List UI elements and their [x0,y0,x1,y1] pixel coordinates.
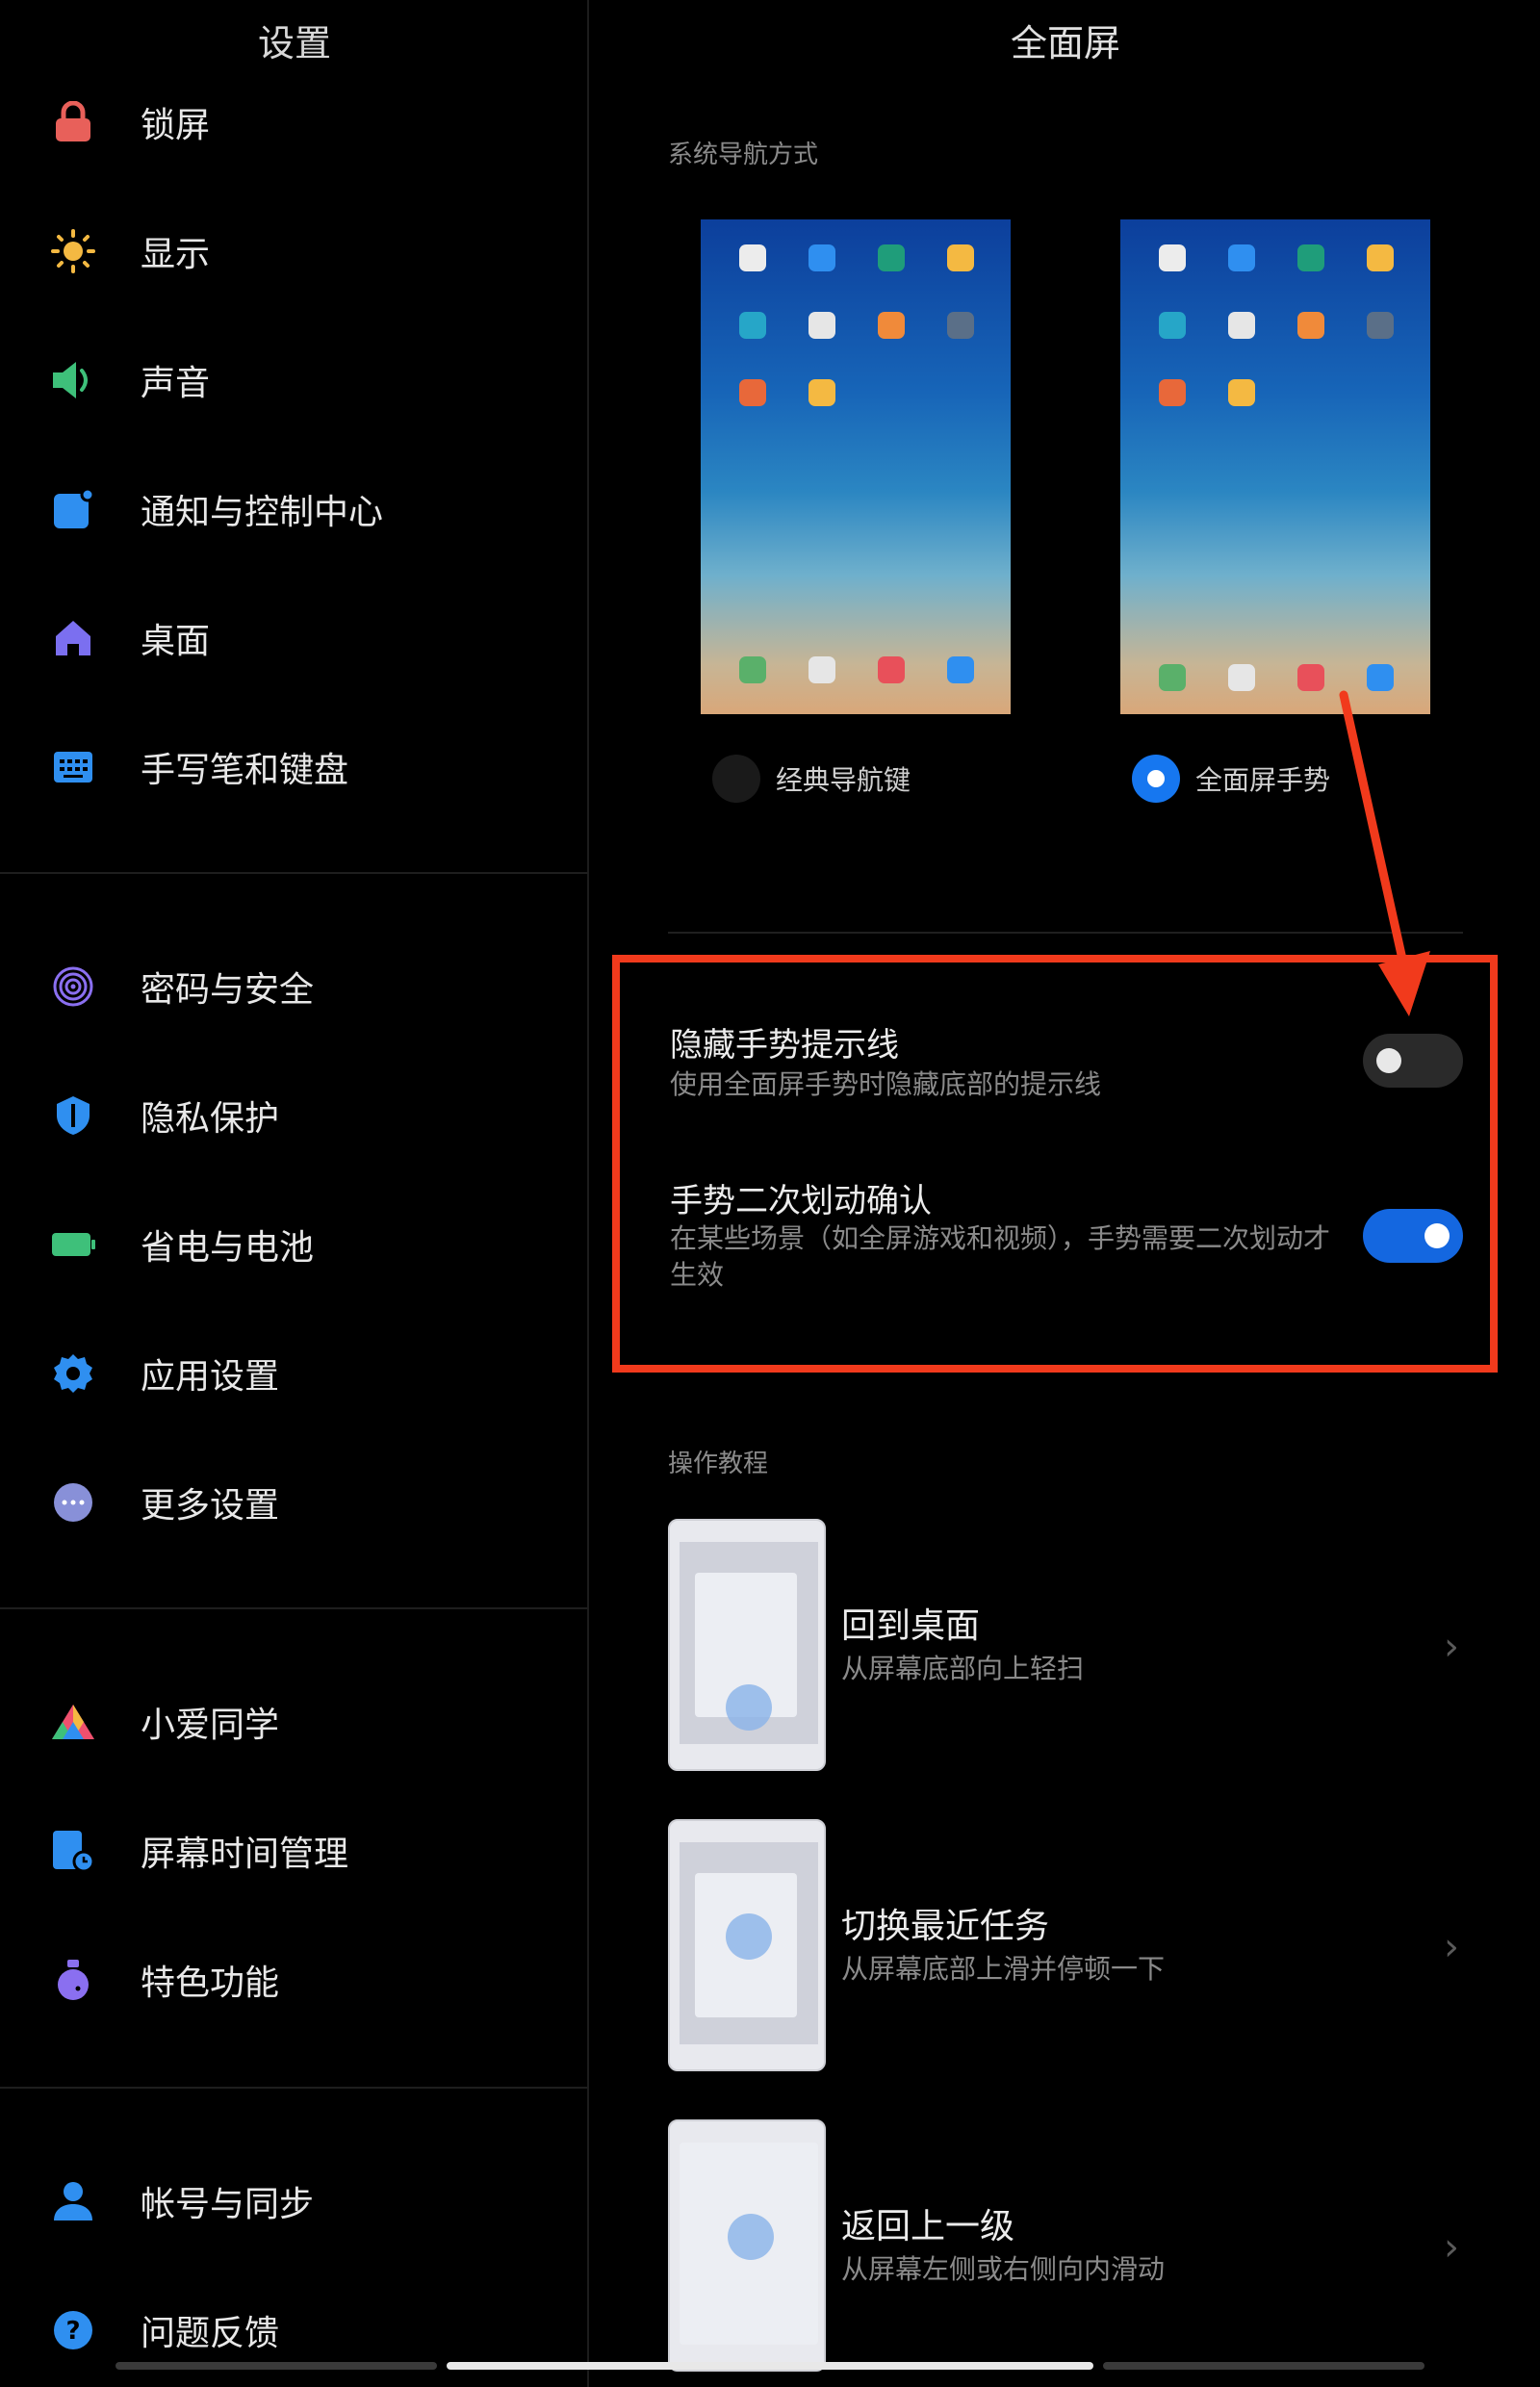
sidebar-item-home-screen[interactable]: 桌面 [0,585,589,691]
privacy-shield-icon [50,1092,96,1139]
sidebar-item-password-security[interactable]: 密码与安全 [0,934,589,1040]
sidebar-item-label: 帐号与同步 [141,2185,315,2224]
speaker-icon [50,357,96,403]
sidebar-item-special-features[interactable]: 特色功能 [0,1927,589,2033]
tutorial-title: 回到桌面 [841,1606,981,1646]
tutorial-thumbnail [668,2119,826,2372]
sidebar-title: 设置 [257,22,331,64]
sidebar-item-label: 显示 [141,235,211,274]
help-icon: ? [50,2307,96,2353]
sun-icon [50,228,96,274]
sidebar-item-stylus-keyboard[interactable]: 手写笔和键盘 [0,714,589,820]
hand-gesture-icon [726,1684,772,1731]
sidebar-item-privacy[interactable]: 隐私保护 [0,1063,589,1168]
xiaoai-icon [50,1699,96,1745]
chevron-right-icon: › [1444,2225,1459,2270]
feature-flask-icon [50,1957,96,2003]
sidebar-item-xiaoai[interactable]: 小爱同学 [0,1669,589,1775]
sidebar-item-display[interactable]: 显示 [0,198,589,304]
gesture-double-swipe-toggle[interactable] [1363,1209,1463,1263]
chevron-right-icon: › [1444,1625,1459,1669]
account-icon [50,2178,96,2224]
sidebar-item-label: 省电与电池 [141,1228,315,1268]
sidebar-item-label: 密码与安全 [141,970,315,1010]
tutorial-title: 切换最近任务 [841,1907,1050,1946]
sidebar-item-notifications[interactable]: 通知与控制中心 [0,456,589,562]
tutorial-desc: 从屏幕左侧或右侧向内滑动 [841,2253,1166,2285]
toggle-knob [1424,1223,1450,1248]
hand-gesture-icon [728,2214,774,2260]
tutorial-desc: 从屏幕底部向上轻扫 [841,1653,1085,1684]
tutorial-go-home[interactable]: 回到桌面 从屏幕底部向上轻扫 › [668,1519,1463,1771]
sidebar-item-label: 锁屏 [141,106,211,145]
sidebar-item-lock-screen[interactable]: 锁屏 [0,69,589,175]
sidebar-item-label: 特色功能 [141,1964,280,2003]
sidebar-item-more-settings[interactable]: 更多设置 [0,1450,589,1555]
home-gesture-bar[interactable] [447,2362,1093,2370]
sidebar-divider [0,872,589,874]
sidebar-item-label: 问题反馈 [141,2314,280,2353]
sidebar-item-label: 手写笔和键盘 [141,751,349,790]
sidebar-item-label: 隐私保护 [141,1099,280,1139]
tutorial-thumbnail [668,1819,826,2071]
fingerprint-icon [50,963,96,1010]
sidebar-item-sound[interactable]: 声音 [0,327,589,433]
gesture-double-swipe-desc: 在某些场景（如全屏游戏和视频），手势需要二次划动才生效 [670,1222,1331,1291]
battery-icon [50,1221,96,1268]
hide-gesture-line-title: 隐藏手势提示线 [670,1026,899,1065]
tutorial-title: 返回上一级 [841,2207,1015,2246]
sidebar-item-account-sync[interactable]: 帐号与同步 [0,2148,589,2254]
toggle-knob [1376,1048,1401,1073]
sidebar-divider [0,2087,589,2089]
gesture-double-swipe-title: 手势二次划动确认 [670,1182,932,1220]
scroll-indicator-left [116,2362,437,2370]
sidebar-item-label: 更多设置 [141,1486,280,1526]
sidebar-item-battery[interactable]: 省电与电池 [0,1192,589,1297]
more-dots-icon [50,1479,96,1526]
tutorial-thumbnail [668,1519,826,1771]
sidebar-item-screen-time[interactable]: 屏幕时间管理 [0,1798,589,1904]
notification-icon [50,486,96,532]
scroll-indicator-right [1103,2362,1424,2370]
hide-gesture-line-toggle[interactable] [1363,1034,1463,1088]
annotation-arrow-icon [1339,690,1430,1016]
tutorial-section-label: 操作教程 [668,1450,769,1478]
sidebar-item-label: 声音 [141,364,211,403]
hide-gesture-line-desc: 使用全面屏手势时隐藏底部的提示线 [670,1068,1102,1100]
chevron-right-icon: › [1444,1925,1459,1969]
tutorial-go-back[interactable]: 返回上一级 从屏幕左侧或右侧向内滑动 › [668,2119,1463,2372]
svg-text:?: ? [65,2317,80,2346]
full-screen-settings-panel: 全面屏 系统导航方式 经典导航键 全面屏手势 隐藏手势提示线 使用全面屏手势时隐… [591,0,1540,2387]
sidebar-item-app-settings[interactable]: 应用设置 [0,1321,589,1426]
tutorial-recent-tasks[interactable]: 切换最近任务 从屏幕底部上滑并停顿一下 › [668,1819,1463,2071]
sidebar-item-label: 屏幕时间管理 [141,1835,349,1874]
keyboard-icon [50,744,96,790]
sidebar-item-label: 应用设置 [141,1357,280,1397]
sidebar-divider [0,1607,589,1609]
screen-time-icon [50,1828,96,1874]
tutorial-desc: 从屏幕底部上滑并停顿一下 [841,1953,1166,1985]
gear-icon [50,1350,96,1397]
settings-sidebar: 设置 锁屏 显示 声音 通知与控制中心 桌面 手写笔和键盘 密码与安全 隐私保护… [0,0,589,2387]
sidebar-item-label: 桌面 [141,622,211,661]
hand-gesture-icon [726,1913,772,1960]
home-icon [50,615,96,661]
sidebar-item-label: 通知与控制中心 [141,493,384,532]
lock-icon [50,99,96,145]
sidebar-item-label: 小爱同学 [141,1706,280,1745]
